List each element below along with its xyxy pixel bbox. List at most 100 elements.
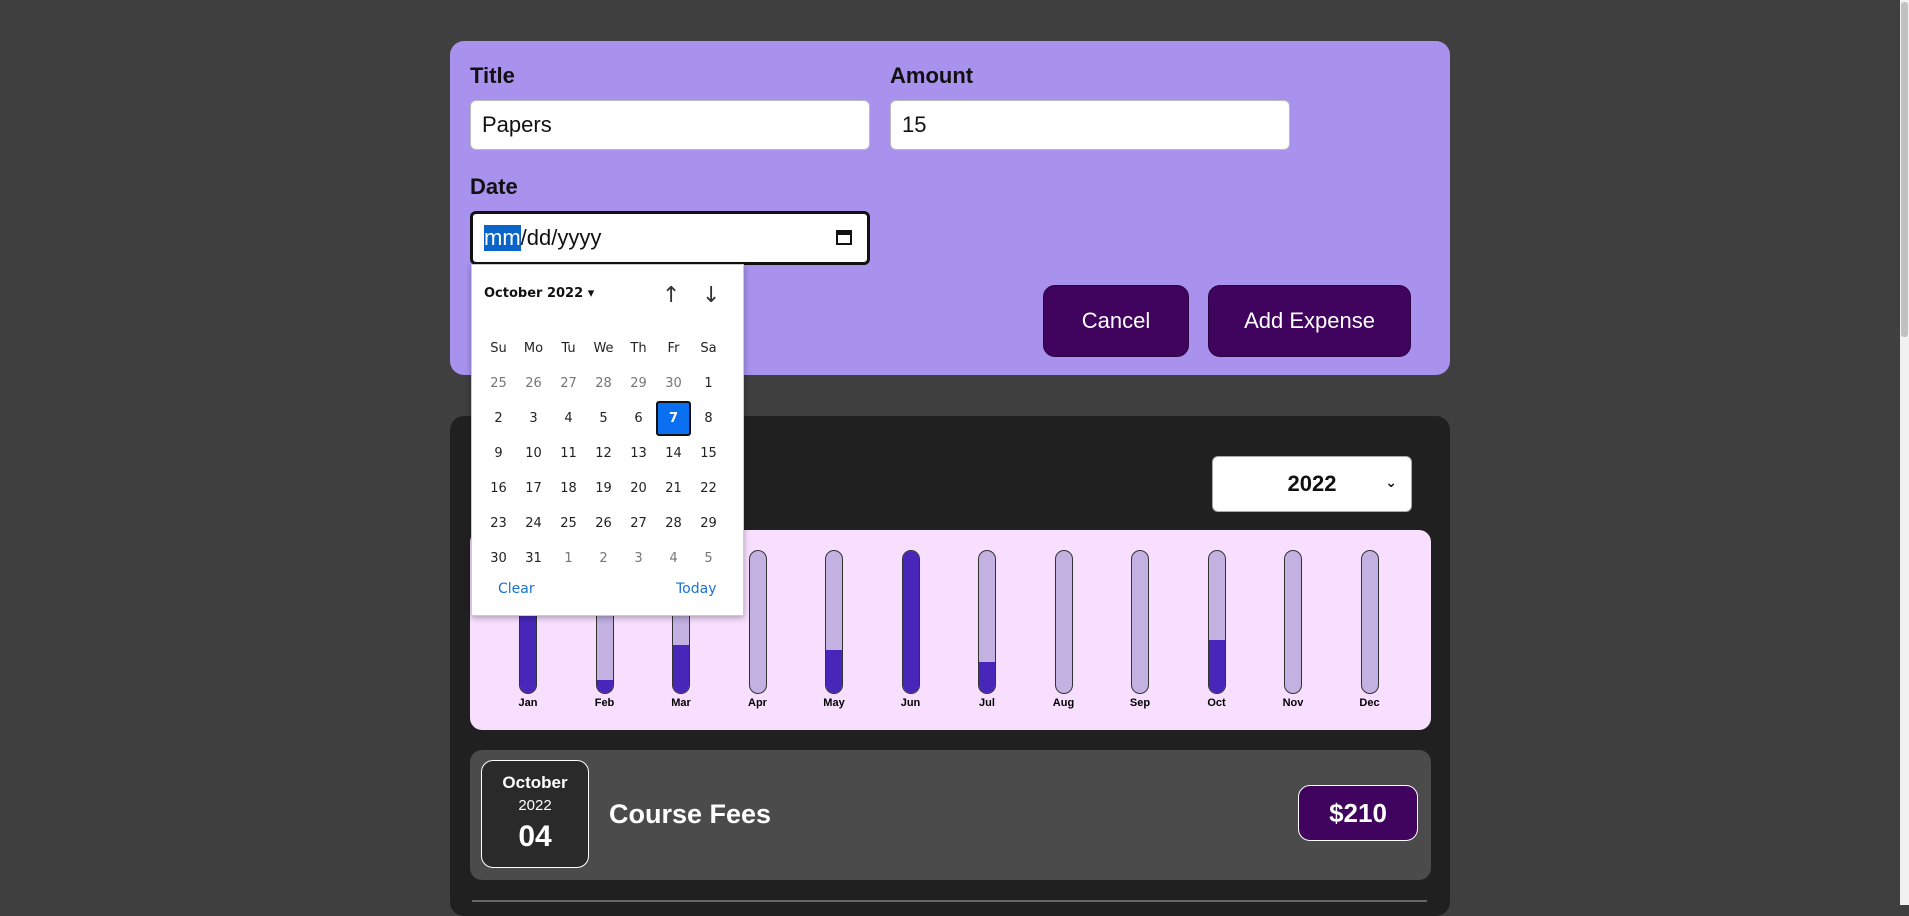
chart-bar (825, 550, 843, 694)
chart-bar-label: Apr (748, 697, 767, 709)
calendar-day[interactable]: 10 (516, 436, 551, 471)
calendar-day[interactable]: 25 (481, 366, 516, 401)
expense-month: October (502, 773, 568, 792)
calendar-day[interactable]: 19 (586, 471, 621, 506)
calendar-day[interactable]: 25 (551, 506, 586, 541)
chart-bar-label: Aug (1052, 697, 1075, 709)
calendar-day[interactable]: 5 (691, 541, 726, 576)
calendar-day[interactable]: 26 (516, 366, 551, 401)
calendar-day[interactable]: 22 (691, 471, 726, 506)
calendar-day[interactable]: 3 (516, 401, 551, 436)
calendar-weekday: We (593, 341, 614, 356)
chart-bar (1054, 550, 1073, 694)
calendar-day[interactable]: 4 (551, 401, 586, 436)
calendar-day[interactable]: 18 (551, 471, 586, 506)
amount-label: Amount (890, 63, 974, 88)
calendar-day[interactable]: 15 (691, 436, 726, 471)
calendar-day[interactable]: 27 (621, 506, 656, 541)
previous-month-arrow-icon[interactable]: ↑ (662, 283, 680, 308)
calendar-day[interactable]: 28 (656, 506, 691, 541)
date-month-segment[interactable]: mm (484, 225, 521, 251)
date-label: Date (470, 174, 518, 199)
calendar-day[interactable]: 5 (586, 401, 621, 436)
caret-down-icon: ▾ (587, 286, 595, 301)
calendar-day[interactable]: 31 (516, 541, 551, 576)
calendar-day[interactable]: 6 (621, 401, 656, 436)
calendar-day[interactable]: 28 (586, 366, 621, 401)
calendar-day[interactable]: 9 (481, 436, 516, 471)
scrollbar-thumb[interactable] (1901, 2, 1908, 337)
expense-day: 04 (518, 820, 552, 853)
calendar-clear-button[interactable]: Clear (498, 581, 535, 597)
calendar-day[interactable]: 29 (621, 366, 656, 401)
date-picker-popup: October 2022 ▾ ↑ ↓ Su Mo Tu We Th Fr Sa 25 26 27 2… (471, 264, 744, 616)
chart-bar (748, 550, 767, 694)
title-label: Title (470, 63, 515, 88)
calendar-weekday: Th (630, 341, 647, 356)
calendar-day[interactable]: 4 (656, 541, 691, 576)
chart-bar (901, 550, 920, 694)
calendar-day[interactable]: 29 (691, 506, 726, 541)
calendar-day[interactable]: 23 (481, 506, 516, 541)
amount-input[interactable]: 15 (890, 100, 1290, 150)
calendar-weekday: Su (490, 341, 507, 356)
chart-bar-label: Mar (671, 697, 691, 709)
calendar-day[interactable]: 12 (586, 436, 621, 471)
chart-bar (978, 550, 996, 694)
chart-bar-fill (826, 650, 842, 693)
calendar-day[interactable]: 27 (551, 366, 586, 401)
calendar-day[interactable]: 11 (551, 436, 586, 471)
chart-bar-fill (596, 680, 613, 693)
calendar-day[interactable]: 16 (481, 471, 516, 506)
chart-bar-label: Jun (900, 697, 921, 709)
calendar-month-select[interactable]: October 2022 ▾ (484, 286, 594, 301)
expense-date: October 2022 04 (481, 760, 589, 868)
chart-bar (1360, 550, 1379, 694)
calendar-day[interactable]: 30 (481, 541, 516, 576)
expense-amount: $210 (1298, 785, 1418, 841)
next-month-arrow-icon[interactable]: ↓ (702, 283, 720, 308)
calendar-day[interactable]: 13 (621, 436, 656, 471)
chart-bar-label: Jan (518, 697, 538, 709)
calendar-weekday: Fr (667, 341, 680, 356)
date-rest-segment[interactable]: /dd/yyyy (521, 225, 602, 251)
chart-bar-fill (1208, 640, 1225, 693)
calendar-day[interactable]: 14 (656, 436, 691, 471)
calendar-day[interactable]: 21 (656, 471, 691, 506)
calendar-icon[interactable] (835, 228, 853, 246)
calendar-day[interactable]: 7 (656, 401, 691, 436)
calendar-weekday: Sa (700, 341, 717, 356)
title-input[interactable]: Papers (470, 100, 870, 150)
calendar-weekday: Mo (523, 341, 544, 356)
chart-bar-label: Jul (979, 697, 995, 709)
cancel-button[interactable]: Cancel (1043, 285, 1189, 357)
add-expense-button[interactable]: Add Expense (1208, 285, 1411, 357)
chart-bar-fill (673, 644, 689, 693)
calendar-today-button[interactable]: Today (676, 581, 717, 597)
calendar-day[interactable]: 30 (656, 366, 691, 401)
calendar-day[interactable]: 17 (516, 471, 551, 506)
year-filter-value: 2022 (1287, 471, 1337, 496)
calendar-day[interactable]: 3 (621, 541, 656, 576)
calendar-month-label: October 2022 (484, 286, 584, 301)
chart-bar-label: Oct (1207, 697, 1226, 709)
chart-bar-label: Feb (594, 697, 615, 709)
chart-bar (1207, 550, 1226, 694)
calendar-day[interactable]: 26 (586, 506, 621, 541)
calendar-day[interactable]: 24 (516, 506, 551, 541)
calendar-day[interactable]: 20 (621, 471, 656, 506)
calendar-day[interactable]: 8 (691, 401, 726, 436)
expense-year: 2022 (518, 797, 552, 814)
chart-bar-fill (902, 551, 919, 693)
expense-title: Course Fees (609, 799, 772, 829)
calendar-day[interactable]: 1 (551, 541, 586, 576)
chart-bar-label: Sep (1129, 697, 1151, 709)
year-filter-select[interactable]: 2022 ⌄ (1212, 456, 1412, 512)
chart-bar-label: May (823, 697, 845, 709)
chart-bar (1284, 550, 1302, 694)
date-input[interactable]: mm/dd/yyyy (470, 211, 870, 265)
calendar-day[interactable]: 1 (691, 366, 726, 401)
calendar-day[interactable]: 2 (481, 401, 516, 436)
calendar-day[interactable]: 2 (586, 541, 621, 576)
chart-bar (1131, 550, 1149, 694)
